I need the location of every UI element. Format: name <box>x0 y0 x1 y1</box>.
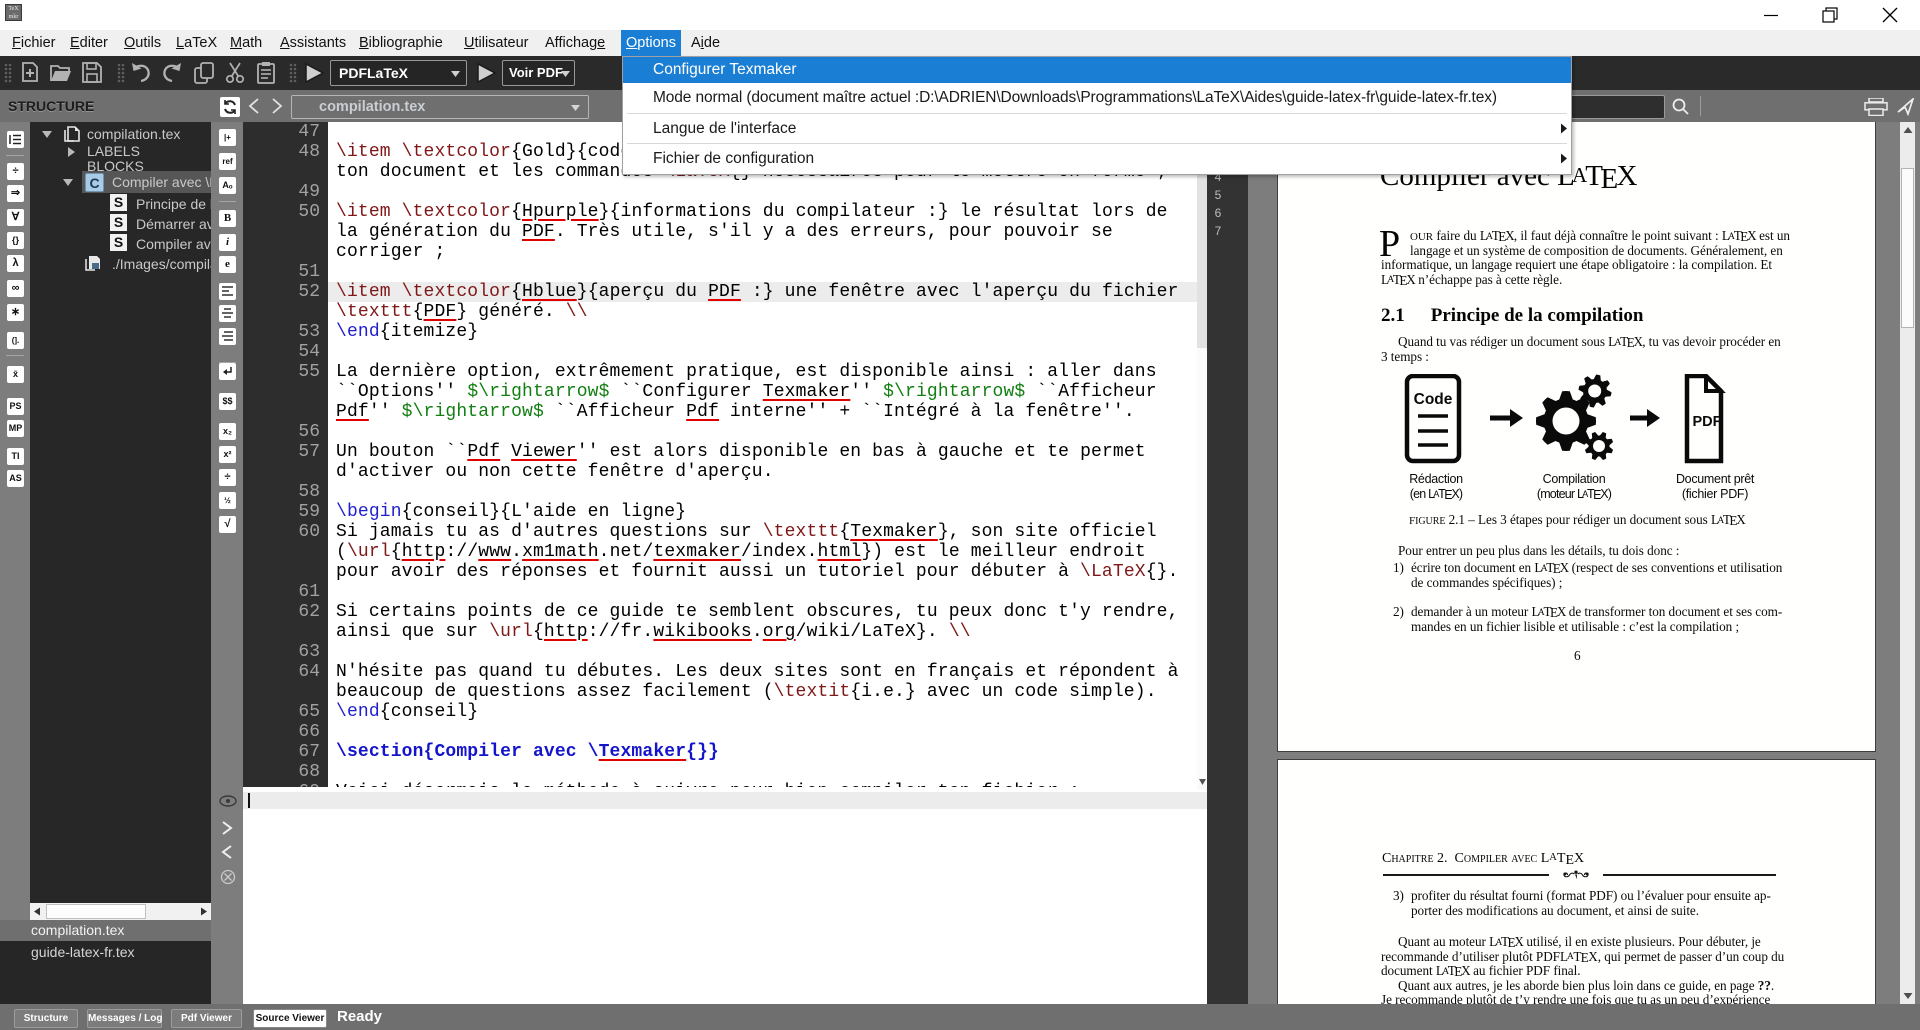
svg-text:Code: Code <box>1414 391 1453 408</box>
svg-text:PDF: PDF <box>1693 414 1722 430</box>
